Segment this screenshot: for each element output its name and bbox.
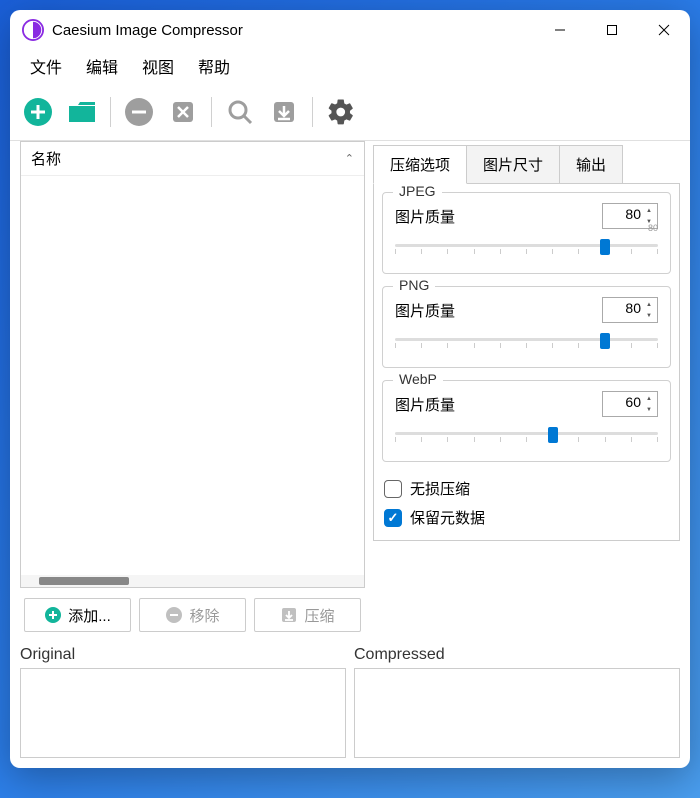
clear-list-button[interactable] (165, 94, 201, 130)
png-quality-slider[interactable] (395, 329, 658, 349)
spin-up-icon[interactable]: ▲ (642, 393, 656, 404)
spin-up-icon[interactable]: ▲ (642, 299, 656, 310)
compressed-preview: Compressed (354, 646, 680, 758)
compressed-label: Compressed (354, 646, 680, 664)
slider-thumb[interactable] (600, 333, 610, 349)
webp-quality-slider[interactable] (395, 423, 658, 443)
remove-action-button[interactable]: 移除 (139, 598, 246, 632)
compress-action-button[interactable]: 压缩 (254, 598, 361, 632)
toolbar-divider (110, 97, 111, 127)
slider-thumb[interactable] (548, 427, 558, 443)
slider-thumb[interactable] (600, 239, 610, 255)
compress-icon (280, 606, 298, 624)
jpeg-quality-slider[interactable]: 80 (395, 235, 658, 255)
compressed-preview-box (354, 668, 680, 758)
tab-compress-options[interactable]: 压缩选项 (373, 145, 467, 184)
list-body (21, 176, 364, 575)
sort-indicator-icon: ⌃ (345, 152, 354, 165)
png-quality-label: 图片质量 (395, 300, 455, 321)
menu-edit[interactable]: 编辑 (76, 52, 128, 80)
left-pane: 名称 ⌃ 添加... 移除 压缩 (10, 141, 365, 642)
settings-button[interactable] (323, 94, 359, 130)
app-window: Caesium Image Compressor 文件 编辑 视图 帮助 (10, 10, 690, 768)
scrollbar-thumb[interactable] (39, 577, 129, 585)
tab-output[interactable]: 输出 (560, 145, 623, 184)
tab-content: JPEG 图片质量 80 ▲▼ 80 (373, 183, 680, 541)
tab-bar: 压缩选项 图片尺寸 输出 (373, 145, 680, 184)
lossless-row: 无损压缩 (382, 474, 671, 503)
preview-button[interactable] (222, 94, 258, 130)
toolbar (10, 88, 690, 141)
minimize-button[interactable] (534, 10, 586, 50)
menubar: 文件 编辑 视图 帮助 (10, 50, 690, 88)
menu-file[interactable]: 文件 (20, 52, 72, 80)
compress-button[interactable] (266, 94, 302, 130)
add-file-button[interactable] (20, 94, 56, 130)
horizontal-scrollbar[interactable] (21, 575, 364, 587)
tab-image-size[interactable]: 图片尺寸 (467, 145, 560, 184)
window-controls (534, 10, 690, 50)
add-button[interactable]: 添加... (24, 598, 131, 632)
original-preview-box (20, 668, 346, 758)
open-folder-button[interactable] (64, 94, 100, 130)
webp-quality-label: 图片质量 (395, 394, 455, 415)
lossless-label: 无损压缩 (410, 478, 470, 499)
slider-max-hint: 80 (648, 223, 658, 233)
preview-row: Original Compressed (10, 642, 690, 768)
keep-metadata-checkbox[interactable] (384, 509, 402, 527)
webp-quality-input[interactable]: 60 ▲▼ (602, 391, 658, 417)
webp-group: WebP 图片质量 60 ▲▼ (382, 380, 671, 462)
png-group: PNG 图片质量 80 ▲▼ (382, 286, 671, 368)
app-icon (22, 19, 44, 41)
spin-up-icon[interactable]: ▲ (642, 205, 656, 216)
remove-button-label: 移除 (189, 605, 219, 626)
spin-down-icon[interactable]: ▼ (642, 404, 656, 415)
toolbar-divider (312, 97, 313, 127)
metadata-row: 保留元数据 (382, 503, 671, 532)
png-group-label: PNG (393, 277, 435, 293)
toolbar-divider (211, 97, 212, 127)
remove-button[interactable] (121, 94, 157, 130)
column-name: 名称 (31, 148, 345, 169)
maximize-button[interactable] (586, 10, 638, 50)
plus-circle-icon (44, 606, 62, 624)
jpeg-group: JPEG 图片质量 80 ▲▼ 80 (382, 192, 671, 274)
list-header[interactable]: 名称 ⌃ (21, 142, 364, 176)
original-preview: Original (20, 646, 346, 758)
main-area: 名称 ⌃ 添加... 移除 压缩 (10, 141, 690, 642)
window-title: Caesium Image Compressor (52, 22, 534, 39)
keep-metadata-label: 保留元数据 (410, 507, 485, 528)
webp-group-label: WebP (393, 371, 443, 387)
close-button[interactable] (638, 10, 690, 50)
spin-down-icon[interactable]: ▼ (642, 310, 656, 321)
file-list[interactable]: 名称 ⌃ (20, 141, 365, 588)
menu-help[interactable]: 帮助 (188, 52, 240, 80)
minus-circle-icon (165, 606, 183, 624)
compress-button-label: 压缩 (304, 605, 334, 626)
action-row: 添加... 移除 压缩 (20, 588, 365, 642)
right-pane: 压缩选项 图片尺寸 输出 JPEG 图片质量 80 ▲▼ 80 (365, 141, 690, 642)
jpeg-quality-label: 图片质量 (395, 206, 455, 227)
png-quality-input[interactable]: 80 ▲▼ (602, 297, 658, 323)
add-button-label: 添加... (68, 605, 111, 626)
jpeg-group-label: JPEG (393, 183, 442, 199)
titlebar: Caesium Image Compressor (10, 10, 690, 50)
original-label: Original (20, 646, 346, 664)
menu-view[interactable]: 视图 (132, 52, 184, 80)
lossless-checkbox[interactable] (384, 480, 402, 498)
